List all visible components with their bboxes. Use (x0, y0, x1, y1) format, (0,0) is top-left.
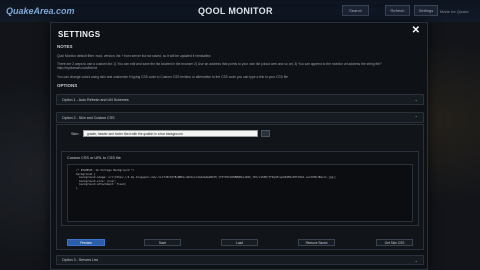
site-brand: QOOL MONITOR (198, 6, 273, 16)
option3-accordion[interactable]: Option 3 - Servers List ⌄ (56, 255, 424, 265)
preview-button[interactable]: Preview (67, 239, 105, 246)
option2-panel: Skin: grader, header and footer fixed wi… (56, 124, 424, 250)
get-skin-css-button[interactable]: Get Skin CSS (376, 239, 413, 246)
load-button[interactable]: Load (221, 239, 258, 246)
notes-heading: NOTES (57, 44, 73, 49)
chevron-up-icon: ⌃ (414, 115, 418, 120)
notes-line-2: There are 2 ways to use a custom list: 1… (57, 62, 382, 71)
settings-modal: SETTINGS ✕ NOTES Qool Monitor default fi… (50, 22, 428, 270)
css-actions: Preview Save Load Remove Saved Get Skin … (67, 239, 423, 247)
skin-select[interactable]: grader, header and footer fixed with the… (83, 130, 258, 137)
site-logo[interactable]: QuakeArea.com (6, 6, 75, 16)
site-tagline: Made for Quake (440, 9, 469, 14)
chevron-down-icon: ⌄ (414, 97, 418, 102)
option1-label: Option 1 - Auto Refresh and UN Schemes (62, 97, 129, 102)
skin-select-value: grader, header and footer fixed with the… (87, 131, 183, 136)
notes-line-1: Qool Monitor default filter: mod, versio… (57, 54, 212, 58)
option2-accordion[interactable]: Option 2 - Skin and Custom CSS ⌃ (56, 112, 424, 123)
modal-title: SETTINGS (58, 30, 101, 39)
custom-css-textarea[interactable]: /* EXAMPLE: 1A Vintage Background */ bac… (67, 164, 413, 222)
option2-label: Option 2 - Skin and Custom CSS (62, 115, 115, 120)
search-button[interactable]: Search (342, 5, 369, 16)
chevron-down-icon: ⌄ (414, 258, 418, 263)
save-button[interactable]: Save (144, 239, 181, 246)
option1-accordion[interactable]: Option 1 - Auto Refresh and UN Schemes ⌄ (56, 94, 424, 105)
notes-line-3: You can change colors using skin and cus… (57, 75, 288, 79)
options-heading: OPTIONS (57, 83, 78, 88)
close-icon[interactable]: ✕ (412, 25, 420, 36)
remove-saved-button[interactable]: Remove Saved (298, 239, 335, 246)
option3-label: Option 3 - Servers List (62, 258, 98, 262)
custom-css-box: Custom CSS or URL to CSS file /* EXAMPLE… (61, 151, 419, 226)
skin-label: Skin: (71, 132, 80, 136)
refresh-button[interactable]: Refresh (385, 5, 410, 16)
skin-apply-button[interactable] (261, 130, 270, 137)
settings-button[interactable]: Settings (414, 5, 438, 16)
custom-css-label: Custom CSS or URL to CSS file (67, 156, 121, 160)
site-header: QuakeArea.com QOOL MONITOR Search Refres… (0, 0, 480, 22)
